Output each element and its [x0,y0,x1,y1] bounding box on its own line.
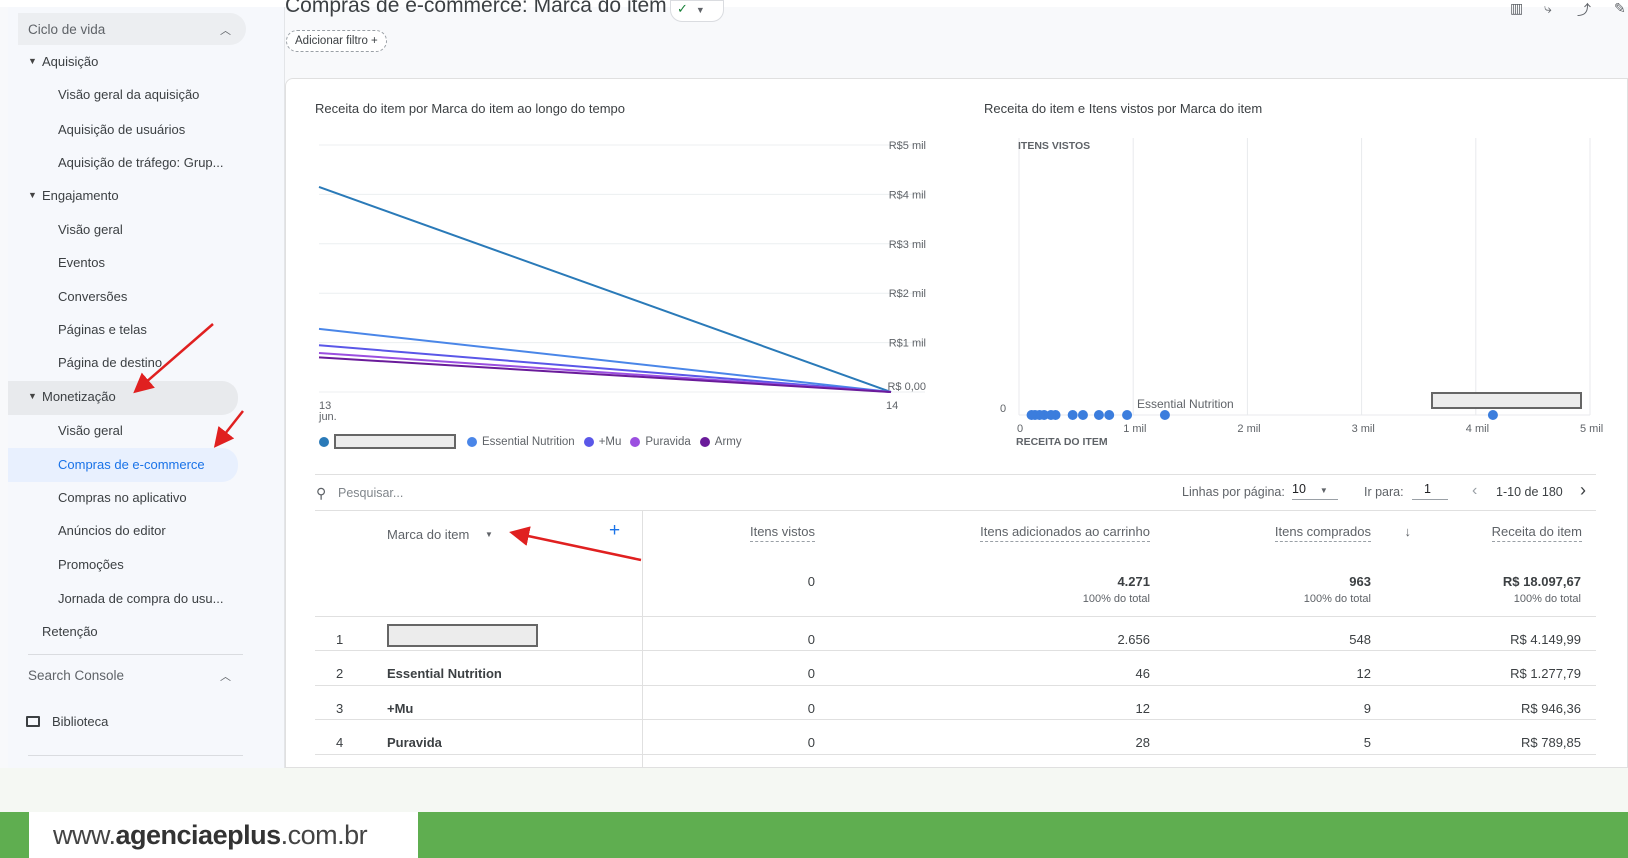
website-url: www.agenciaeplus.com.br [29,812,418,858]
annotation-arrows [133,323,642,562]
banner-background [0,768,1628,812]
annotation-arrow [133,323,214,394]
url-brand: agenciaeplus [115,820,282,850]
annotation-arrow [509,526,642,562]
annotation-arrow [213,410,244,448]
url-prefix: www. [53,820,116,850]
url-suffix: .com.br [280,820,368,850]
